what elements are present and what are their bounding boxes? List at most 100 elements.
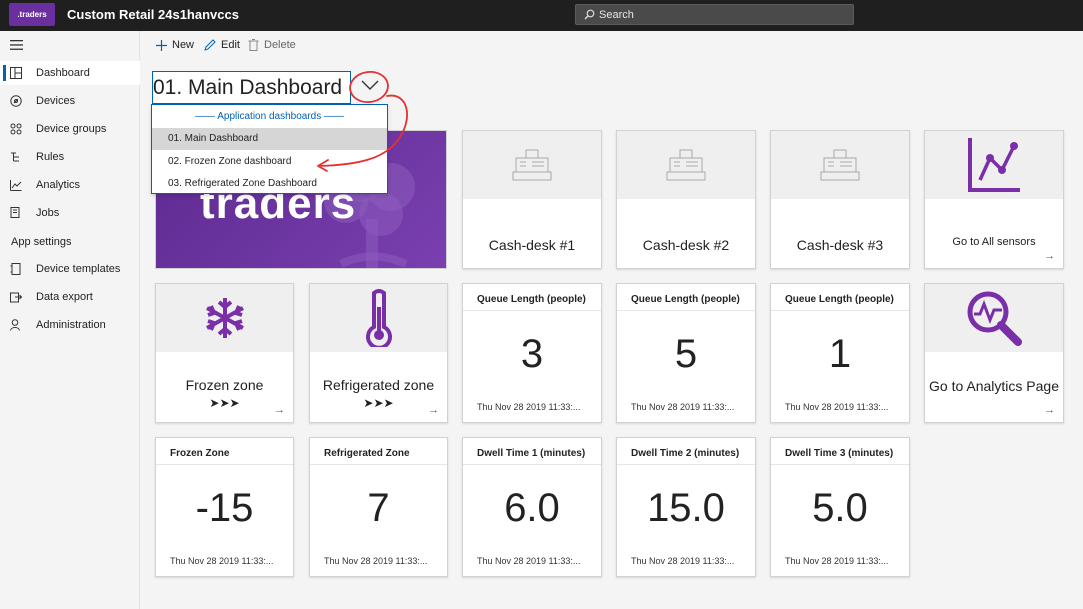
kpi-value: 5 [674, 332, 698, 376]
dropdown-option-frozen-zone[interactable]: 02. Frozen Zone dashboard [152, 151, 387, 173]
sidebar-item-device-templates[interactable]: Device templates [0, 257, 140, 281]
analytics-page-tile[interactable]: Go to Analytics Page → [924, 283, 1064, 423]
kpi-title: Frozen Zone [170, 448, 230, 459]
cash-register-icon [512, 149, 552, 181]
kpi-title: Queue Length (people) [785, 294, 894, 305]
frozen-zone-kpi-tile[interactable]: Frozen Zone -15 Thu Nov 28 2019 11:33:..… [155, 437, 294, 577]
sidebar-item-data-export[interactable]: Data export [0, 285, 140, 309]
sidebar-item-label: Jobs [36, 207, 60, 219]
pencil-icon [204, 39, 216, 51]
refrigerated-zone-tile[interactable]: Refrigerated zone ➤➤➤ → [309, 283, 448, 423]
search-icon [584, 9, 595, 20]
cash-desk-1-tile[interactable]: Cash-desk #1 [462, 130, 602, 269]
tile-image-area [463, 131, 601, 199]
tile-label: Go to All sensors [952, 236, 1036, 248]
plus-icon [156, 39, 167, 51]
kpi-title: Queue Length (people) [631, 294, 740, 305]
data-export-icon [10, 292, 22, 303]
divider [617, 310, 755, 311]
sidebar-item-label: Data export [36, 291, 93, 303]
tile-label: Frozen zone [185, 377, 264, 393]
kpi-title: Queue Length (people) [477, 294, 586, 305]
cash-desk-2-tile[interactable]: Cash-desk #2 [616, 130, 756, 269]
cash-register-icon [820, 149, 860, 181]
dwell-time-3-tile[interactable]: Dwell Time 3 (minutes) 5.0 Thu Nov 28 20… [770, 437, 910, 577]
sidebar-item-label: Analytics [36, 179, 81, 191]
dropdown-group-header: —— Application dashboards —— [195, 111, 344, 122]
dashboard-icon [10, 67, 22, 79]
kpi-title: Refrigerated Zone [324, 448, 410, 459]
kpi-value: -15 [195, 486, 254, 530]
kpi-title: Dwell Time 1 (minutes) [477, 448, 586, 459]
sidebar-item-dashboard[interactable]: Dashboard [0, 61, 140, 85]
app-settings-heading: App settings [11, 236, 72, 248]
administration-icon [10, 319, 20, 331]
divider [771, 310, 909, 311]
app-title: Custom Retail 24s1hanvccs [67, 7, 239, 22]
sidebar-item-devices[interactable]: Devices [0, 89, 140, 113]
dropdown-option-refrigerated-zone[interactable]: 03. Refrigerated Zone Dashboard [152, 173, 387, 195]
sidebar-item-jobs[interactable]: Jobs [0, 201, 140, 225]
trash-icon [248, 39, 259, 51]
frozen-zone-tile[interactable]: Frozen zone ➤➤➤ → [155, 283, 294, 423]
new-button[interactable]: New [156, 39, 194, 51]
divider [310, 464, 447, 465]
dropdown-option-main-dashboard[interactable]: 01. Main Dashboard [152, 128, 387, 150]
devices-icon [10, 95, 22, 107]
device-groups-icon [10, 123, 22, 135]
sidebar-item-label: Rules [36, 151, 65, 163]
cash-desk-3-tile[interactable]: Cash-desk #3 [770, 130, 910, 269]
queue-length-3-tile[interactable]: Queue Length (people) 1 Thu Nov 28 2019 … [770, 283, 910, 423]
sidebar-item-rules[interactable]: Rules [0, 145, 140, 169]
all-sensors-tile[interactable]: Go to All sensors → [924, 130, 1064, 269]
cash-register-icon [666, 149, 706, 181]
kpi-title: Dwell Time 3 (minutes) [785, 448, 894, 459]
sidebar: Dashboard Devices Device groups Rules An… [0, 31, 140, 609]
search-input[interactable]: Search [575, 4, 854, 25]
sidebar-item-administration[interactable]: Administration [0, 313, 140, 337]
queue-length-1-tile[interactable]: Queue Length (people) 3 Thu Nov 28 2019 … [462, 283, 602, 423]
sidebar-item-label: Dashboard [36, 67, 90, 79]
divider [463, 310, 601, 311]
kpi-value: 7 [367, 486, 390, 530]
dwell-time-2-tile[interactable]: Dwell Time 2 (minutes) 15.0 Thu Nov 28 2… [616, 437, 756, 577]
kpi-value: 5.0 [812, 486, 868, 530]
kpi-timestamp: Thu Nov 28 2019 11:33:... [477, 556, 581, 566]
divider [156, 464, 293, 465]
line-chart-icon [968, 138, 1020, 192]
kpi-value: 3 [520, 332, 544, 376]
top-bar: .traders Custom Retail 24s1hanvccs Searc… [0, 0, 1083, 31]
chevrons: ➤➤➤ [209, 396, 240, 410]
chevron-down-icon[interactable] [360, 79, 380, 91]
delete-button-label: Delete [264, 39, 296, 51]
kpi-title: Dwell Time 2 (minutes) [631, 448, 740, 459]
sidebar-item-analytics[interactable]: Analytics [0, 173, 140, 197]
chevrons: ➤➤➤ [363, 396, 394, 410]
edit-button[interactable]: Edit [204, 39, 240, 51]
tile-image-area [925, 131, 1063, 199]
tile-label: Cash-desk #1 [488, 237, 576, 253]
dwell-time-1-tile[interactable]: Dwell Time 1 (minutes) 6.0 Thu Nov 28 20… [462, 437, 602, 577]
snowflake-icon [205, 298, 244, 338]
tile-label: Cash-desk #3 [796, 237, 884, 253]
hamburger-menu-icon[interactable] [10, 40, 23, 50]
queue-length-2-tile[interactable]: Queue Length (people) 5 Thu Nov 28 2019 … [616, 283, 756, 423]
divider [463, 464, 601, 465]
tile-image-area [771, 131, 909, 199]
divider [771, 464, 909, 465]
tile-image-area [310, 284, 447, 352]
jobs-icon [10, 207, 20, 218]
kpi-value: 15.0 [647, 486, 725, 530]
device-templates-icon [10, 263, 21, 275]
tile-label: Cash-desk #2 [642, 237, 730, 253]
kpi-timestamp: Thu Nov 28 2019 11:33:... [477, 402, 581, 412]
arrow-right-icon: → [428, 404, 439, 416]
sidebar-item-device-groups[interactable]: Device groups [0, 117, 140, 141]
new-button-label: New [172, 39, 195, 51]
refrigerated-zone-kpi-tile[interactable]: Refrigerated Zone 7 Thu Nov 28 2019 11:3… [309, 437, 448, 577]
divider [617, 464, 755, 465]
sidebar-item-label: Device groups [36, 123, 107, 135]
dashboard-selector[interactable]: 01. Main Dashboard [152, 71, 351, 104]
delete-button[interactable]: Delete [248, 39, 296, 51]
app-logo[interactable]: .traders [9, 3, 55, 26]
